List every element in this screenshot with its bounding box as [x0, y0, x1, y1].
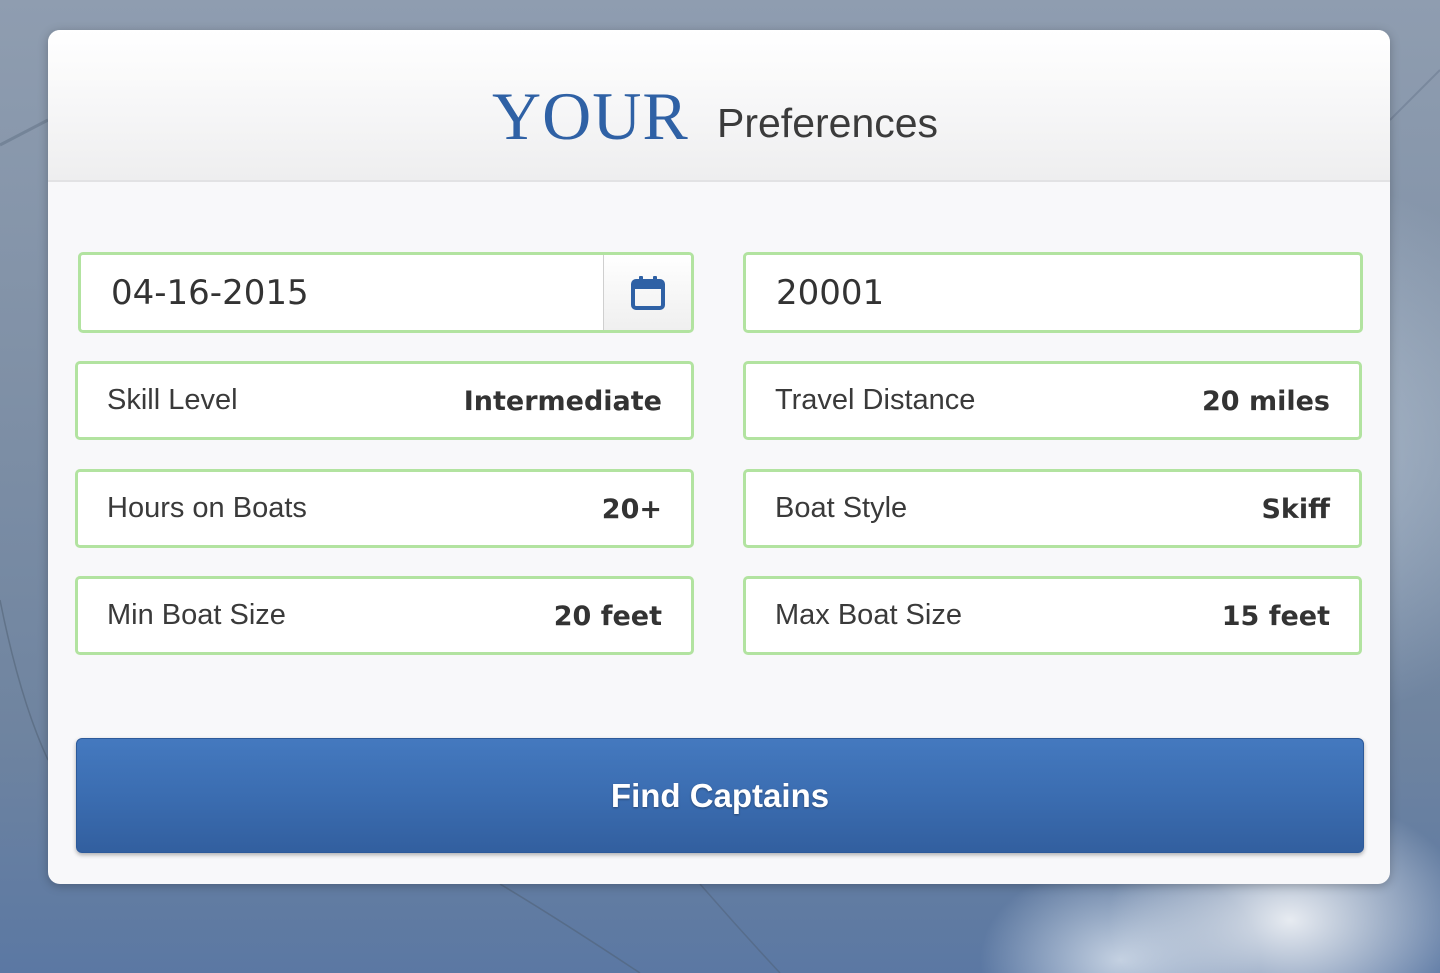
date-field — [78, 252, 694, 333]
title-preferences: Preferences — [717, 100, 939, 146]
date-input[interactable] — [81, 255, 607, 330]
card-header: YOUR Preferences — [48, 30, 1390, 182]
zip-code-input[interactable] — [746, 255, 1360, 330]
min-boat-size-value: 20 feet — [553, 601, 662, 632]
max-boat-size-select[interactable]: Max Boat Size 15 feet — [743, 576, 1362, 655]
travel-distance-select[interactable]: Travel Distance 20 miles — [743, 361, 1362, 440]
find-captains-button[interactable]: Find Captains — [76, 738, 1364, 853]
skill-level-label: Skill Level — [107, 384, 238, 416]
max-boat-size-label: Max Boat Size — [775, 599, 962, 631]
calendar-button[interactable] — [603, 255, 691, 330]
title-your: YOUR — [492, 78, 689, 154]
max-boat-size-value: 15 feet — [1221, 601, 1330, 632]
min-boat-size-label: Min Boat Size — [107, 599, 286, 631]
skill-level-select[interactable]: Skill Level Intermediate — [75, 361, 694, 440]
hours-on-boats-label: Hours on Boats — [107, 492, 307, 524]
travel-distance-value: 20 miles — [1202, 386, 1330, 417]
hours-on-boats-value: 20+ — [601, 494, 662, 525]
boat-style-select[interactable]: Boat Style Skiff — [743, 469, 1362, 548]
hours-on-boats-select[interactable]: Hours on Boats 20+ — [75, 469, 694, 548]
skill-level-value: Intermediate — [463, 386, 662, 417]
boat-style-label: Boat Style — [775, 492, 908, 524]
boat-style-value: Skiff — [1261, 494, 1330, 525]
min-boat-size-select[interactable]: Min Boat Size 20 feet — [75, 576, 694, 655]
zip-code-field — [743, 252, 1363, 333]
travel-distance-label: Travel Distance — [775, 384, 976, 416]
preferences-card: YOUR Preferences Skill Level Intermediat… — [48, 30, 1390, 884]
calendar-icon — [630, 275, 665, 310]
